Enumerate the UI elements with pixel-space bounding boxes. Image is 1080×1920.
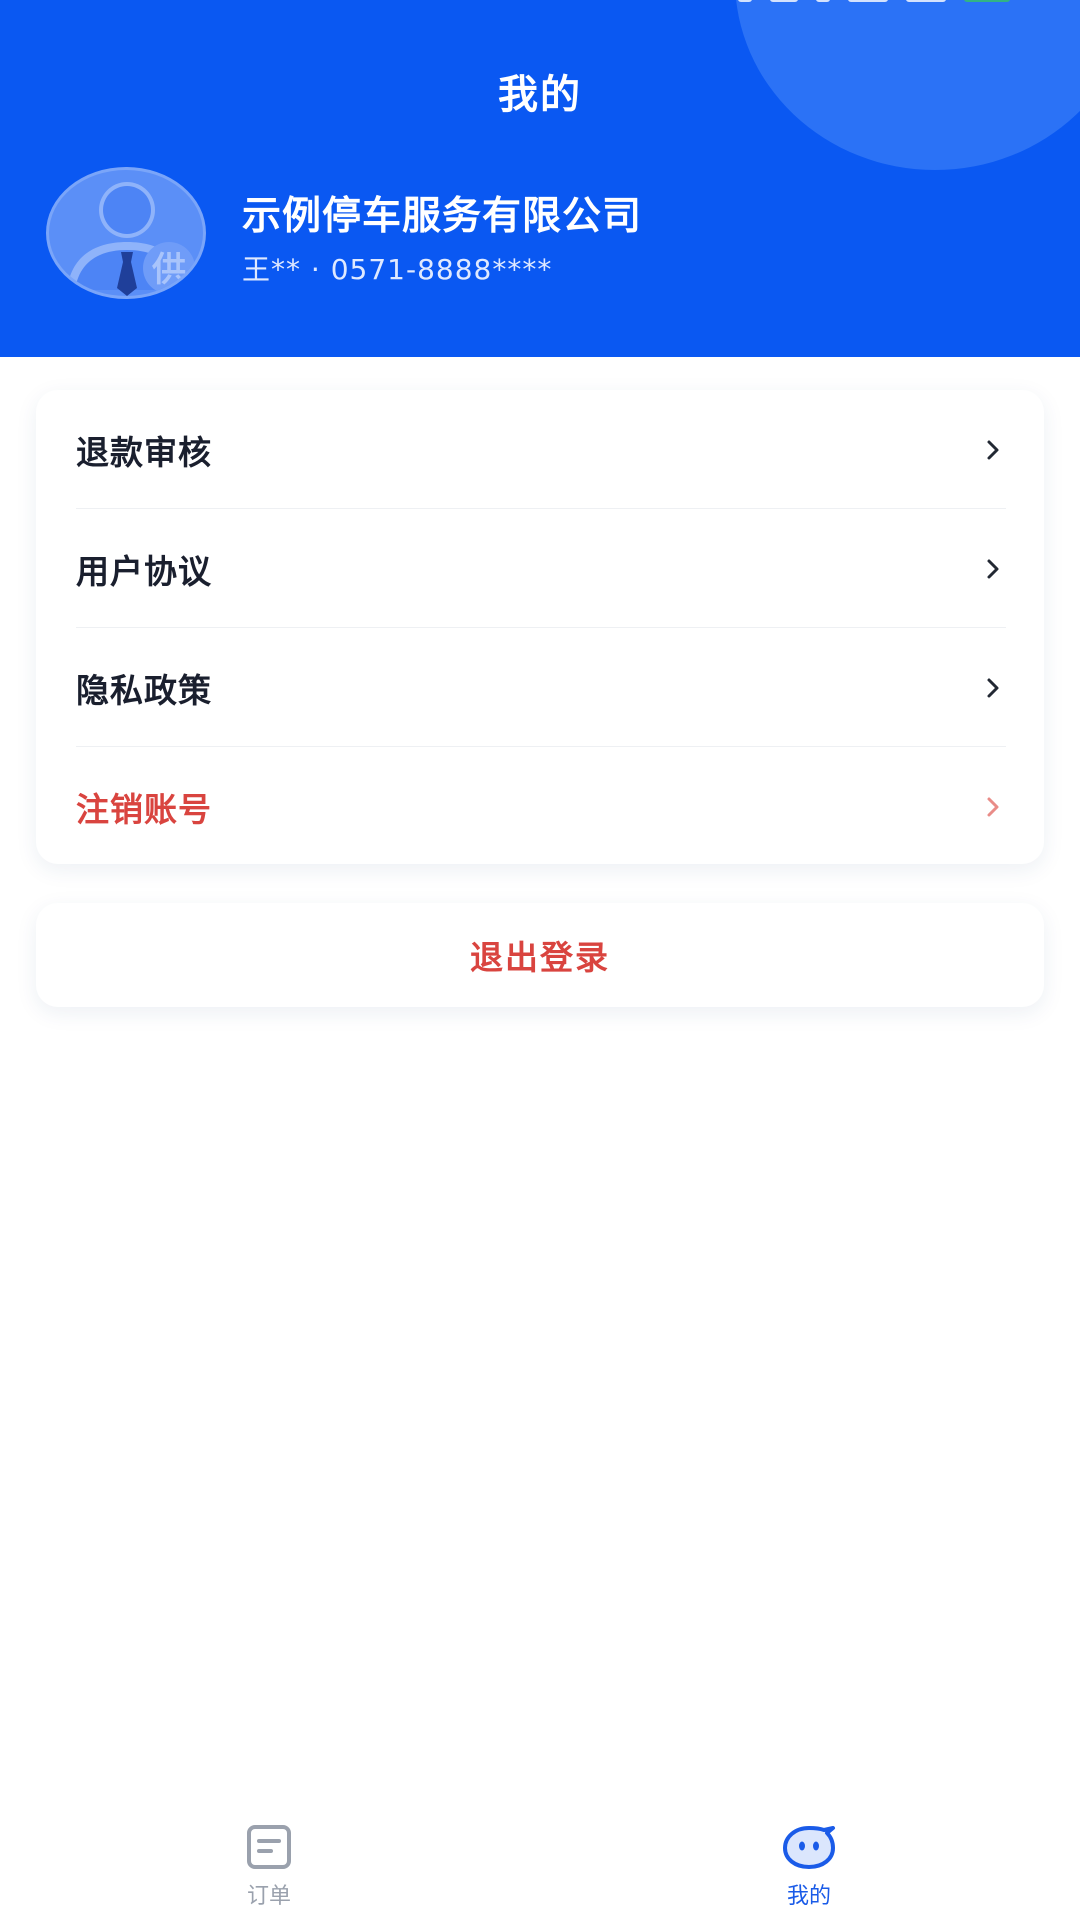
avatar-badge-text: 供 bbox=[151, 250, 186, 290]
status-icon bbox=[816, 0, 830, 2]
contact-info: 王** · 0571-8888**** bbox=[242, 253, 553, 286]
tab-label: 我的 bbox=[786, 1884, 831, 1909]
signal-icon bbox=[906, 0, 946, 2]
bottom-tab-bar: 订单 我的 bbox=[0, 1800, 1080, 1920]
menu-item-label: 注销账号 bbox=[76, 789, 212, 829]
menu-item-refund-review[interactable]: 退款审核 bbox=[76, 390, 1006, 509]
signal-icon bbox=[848, 0, 888, 2]
chevron-right-icon bbox=[980, 794, 1006, 820]
logout-label: 退出登录 bbox=[470, 938, 610, 977]
menu-item-label: 用户协议 bbox=[76, 551, 212, 591]
logout-button[interactable]: 退出登录 bbox=[36, 903, 1044, 1007]
profile-page: 我的 供 示例停车服务有限公司 王** · 0571-8888**** 退款审核… bbox=[0, 0, 1080, 1920]
page-title: 我的 bbox=[498, 72, 582, 118]
status-icon bbox=[738, 0, 752, 2]
battery-icon bbox=[964, 0, 1010, 2]
chevron-right-icon bbox=[980, 437, 1006, 463]
profile-header: 我的 供 示例停车服务有限公司 王** · 0571-8888**** bbox=[0, 0, 1080, 357]
menu-item-user-agreement[interactable]: 用户协议 bbox=[76, 509, 1006, 628]
settings-menu-card: 退款审核 用户协议 隐私政策 注销账号 bbox=[36, 390, 1044, 864]
tab-mine[interactable]: 我的 bbox=[749, 1824, 869, 1920]
chevron-right-icon bbox=[980, 556, 1006, 582]
business-user-avatar-icon[interactable]: 供 bbox=[46, 167, 206, 299]
menu-item-delete-account[interactable]: 注销账号 bbox=[76, 747, 1006, 866]
menu-item-label: 退款审核 bbox=[76, 432, 212, 472]
tab-label: 订单 bbox=[246, 1884, 291, 1909]
status-icon bbox=[770, 0, 798, 2]
smiley-icon bbox=[781, 1824, 837, 1874]
menu-item-privacy-policy[interactable]: 隐私政策 bbox=[76, 628, 1006, 747]
orders-icon bbox=[245, 1824, 293, 1874]
status-bar bbox=[738, 0, 1010, 2]
tab-orders[interactable]: 订单 bbox=[209, 1824, 329, 1920]
company-name: 示例停车服务有限公司 bbox=[242, 194, 643, 239]
chevron-right-icon bbox=[980, 675, 1006, 701]
menu-item-label: 隐私政策 bbox=[76, 670, 212, 710]
